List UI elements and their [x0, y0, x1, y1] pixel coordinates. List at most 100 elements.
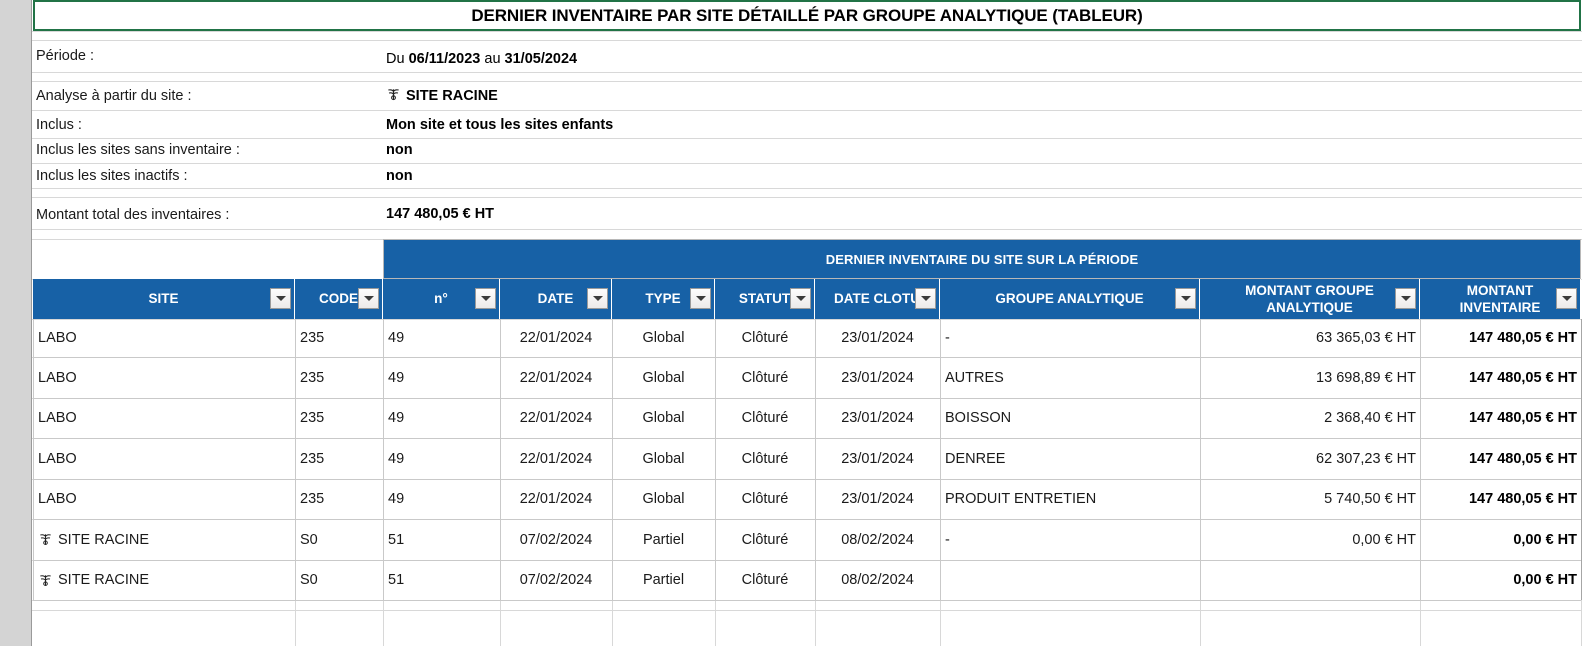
filter-dropdown-site-icon[interactable]: [270, 288, 291, 309]
cell-num[interactable]: 49: [383, 357, 500, 398]
cell-site[interactable]: LABO: [33, 438, 295, 479]
column-header-code[interactable]: CODE: [295, 279, 383, 319]
cell-groupe[interactable]: BOISSON: [940, 398, 1200, 438]
filter-dropdown-type-icon[interactable]: [690, 288, 711, 309]
column-header-date[interactable]: DATE: [500, 279, 612, 319]
cell-montant_inventaire[interactable]: 147 480,05 € HT: [1420, 438, 1581, 479]
cell-statut[interactable]: Clôturé: [715, 438, 815, 479]
cell-type[interactable]: Partiel: [612, 560, 715, 600]
cell-type[interactable]: Partiel: [612, 519, 715, 560]
filter-dropdown-date-clotu-icon[interactable]: [915, 288, 936, 309]
cell-text: 51: [388, 572, 405, 588]
cell-date[interactable]: 22/01/2024: [500, 438, 612, 479]
column-header-n[interactable]: n°: [383, 279, 500, 319]
cell-site[interactable]: LABO: [33, 398, 295, 438]
cell-text: 147 480,05 € HT: [1468, 410, 1577, 426]
grid-row-line: [32, 229, 1582, 230]
cell-montant_inventaire[interactable]: 147 480,05 € HT: [1420, 319, 1581, 357]
cell-montant_groupe[interactable]: [1200, 560, 1420, 600]
cell-code[interactable]: S0: [295, 519, 383, 560]
cell-montant_groupe[interactable]: 2 368,40 € HT: [1200, 398, 1420, 438]
filter-dropdown-montant-inventaire-icon[interactable]: [1556, 288, 1577, 309]
cell-montant_groupe[interactable]: 13 698,89 € HT: [1200, 357, 1420, 398]
column-header-montant-groupe-analytique[interactable]: MONTANT GROUPE ANALYTIQUE: [1200, 279, 1420, 319]
cell-date_cloture[interactable]: 08/02/2024: [815, 560, 940, 600]
column-header-label: SITE: [148, 291, 179, 306]
cell-montant_groupe[interactable]: 63 365,03 € HT: [1200, 319, 1420, 357]
cell-montant_inventaire[interactable]: 147 480,05 € HT: [1420, 357, 1581, 398]
cell-date[interactable]: 22/01/2024: [500, 357, 612, 398]
column-header-date-clotu[interactable]: DATE CLOTU: [815, 279, 940, 319]
cell-montant_inventaire[interactable]: 147 480,05 € HT: [1420, 479, 1581, 519]
cell-groupe[interactable]: AUTRES: [940, 357, 1200, 398]
cell-montant_inventaire[interactable]: 147 480,05 € HT: [1420, 398, 1581, 438]
cell-text: SITE RACINE: [58, 572, 150, 588]
cell-date_cloture[interactable]: 23/01/2024: [815, 479, 940, 519]
cell-date_cloture[interactable]: 23/01/2024: [815, 319, 940, 357]
label-sites-sans-inventaire: Inclus les sites sans inventaire :: [36, 142, 240, 158]
cell-num[interactable]: 49: [383, 319, 500, 357]
cell-type[interactable]: Global: [612, 319, 715, 357]
filter-dropdown-n-icon[interactable]: [475, 288, 496, 309]
cell-type[interactable]: Global: [612, 357, 715, 398]
cell-site[interactable]: LABO: [33, 319, 295, 357]
cell-num[interactable]: 51: [383, 519, 500, 560]
cell-num[interactable]: 51: [383, 560, 500, 600]
cell-groupe[interactable]: -: [940, 319, 1200, 357]
cell-date_cloture[interactable]: 08/02/2024: [815, 519, 940, 560]
report-title-cell[interactable]: DERNIER INVENTAIRE PAR SITE DÉTAILLÉ PAR…: [33, 0, 1581, 31]
cell-date[interactable]: 22/01/2024: [500, 319, 612, 357]
cell-montant_groupe[interactable]: 62 307,23 € HT: [1200, 438, 1420, 479]
cell-statut[interactable]: Clôturé: [715, 398, 815, 438]
cell-groupe[interactable]: -: [940, 519, 1200, 560]
cell-statut[interactable]: Clôturé: [715, 479, 815, 519]
cell-site[interactable]: SITE RACINE: [33, 519, 295, 560]
cell-date_cloture[interactable]: 23/01/2024: [815, 357, 940, 398]
cell-text: 147 480,05 € HT: [1468, 369, 1577, 386]
cell-date_cloture[interactable]: 23/01/2024: [815, 438, 940, 479]
cell-groupe[interactable]: [940, 560, 1200, 600]
cell-montant_inventaire[interactable]: 0,00 € HT: [1420, 519, 1581, 560]
column-header-groupe-analytique[interactable]: GROUPE ANALYTIQUE: [940, 279, 1200, 319]
cell-statut[interactable]: Clôturé: [715, 560, 815, 600]
site-tree-icon: [38, 532, 53, 547]
column-header-statut[interactable]: STATUT: [715, 279, 815, 319]
filter-dropdown-statut-icon[interactable]: [790, 288, 811, 309]
column-header-montant-inventaire[interactable]: MONTANT INVENTAIRE: [1420, 279, 1581, 319]
cell-code[interactable]: 235: [295, 479, 383, 519]
cell-code[interactable]: 235: [295, 319, 383, 357]
cell-site[interactable]: LABO: [33, 357, 295, 398]
cell-montant_inventaire[interactable]: 0,00 € HT: [1420, 560, 1581, 600]
filter-dropdown-groupe-analytique-icon[interactable]: [1175, 288, 1196, 309]
filter-dropdown-date-icon[interactable]: [587, 288, 608, 309]
cell-code[interactable]: 235: [295, 357, 383, 398]
cell-montant_groupe[interactable]: 5 740,50 € HT: [1200, 479, 1420, 519]
cell-code[interactable]: 235: [295, 438, 383, 479]
cell-date[interactable]: 07/02/2024: [500, 519, 612, 560]
cell-num[interactable]: 49: [383, 438, 500, 479]
cell-groupe[interactable]: DENREE: [940, 438, 1200, 479]
cell-statut[interactable]: Clôturé: [715, 357, 815, 398]
cell-num[interactable]: 49: [383, 479, 500, 519]
cell-date_cloture[interactable]: 23/01/2024: [815, 398, 940, 438]
filter-dropdown-code-icon[interactable]: [358, 288, 379, 309]
cell-groupe[interactable]: PRODUIT ENTRETIEN: [940, 479, 1200, 519]
cell-montant_groupe[interactable]: 0,00 € HT: [1200, 519, 1420, 560]
cell-type[interactable]: Global: [612, 438, 715, 479]
cell-type[interactable]: Global: [612, 398, 715, 438]
cell-statut[interactable]: Clôturé: [715, 519, 815, 560]
column-header-type[interactable]: TYPE: [612, 279, 715, 319]
cell-statut[interactable]: Clôturé: [715, 319, 815, 357]
cell-code[interactable]: 235: [295, 398, 383, 438]
cell-date[interactable]: 22/01/2024: [500, 398, 612, 438]
grid-col-line: [815, 600, 816, 646]
cell-site[interactable]: SITE RACINE: [33, 560, 295, 600]
cell-num[interactable]: 49: [383, 398, 500, 438]
cell-date[interactable]: 22/01/2024: [500, 479, 612, 519]
cell-site[interactable]: LABO: [33, 479, 295, 519]
cell-code[interactable]: S0: [295, 560, 383, 600]
cell-date[interactable]: 07/02/2024: [500, 560, 612, 600]
column-header-site[interactable]: SITE: [33, 279, 295, 319]
cell-type[interactable]: Global: [612, 479, 715, 519]
filter-dropdown-montant-groupe-analytique-icon[interactable]: [1395, 288, 1416, 309]
